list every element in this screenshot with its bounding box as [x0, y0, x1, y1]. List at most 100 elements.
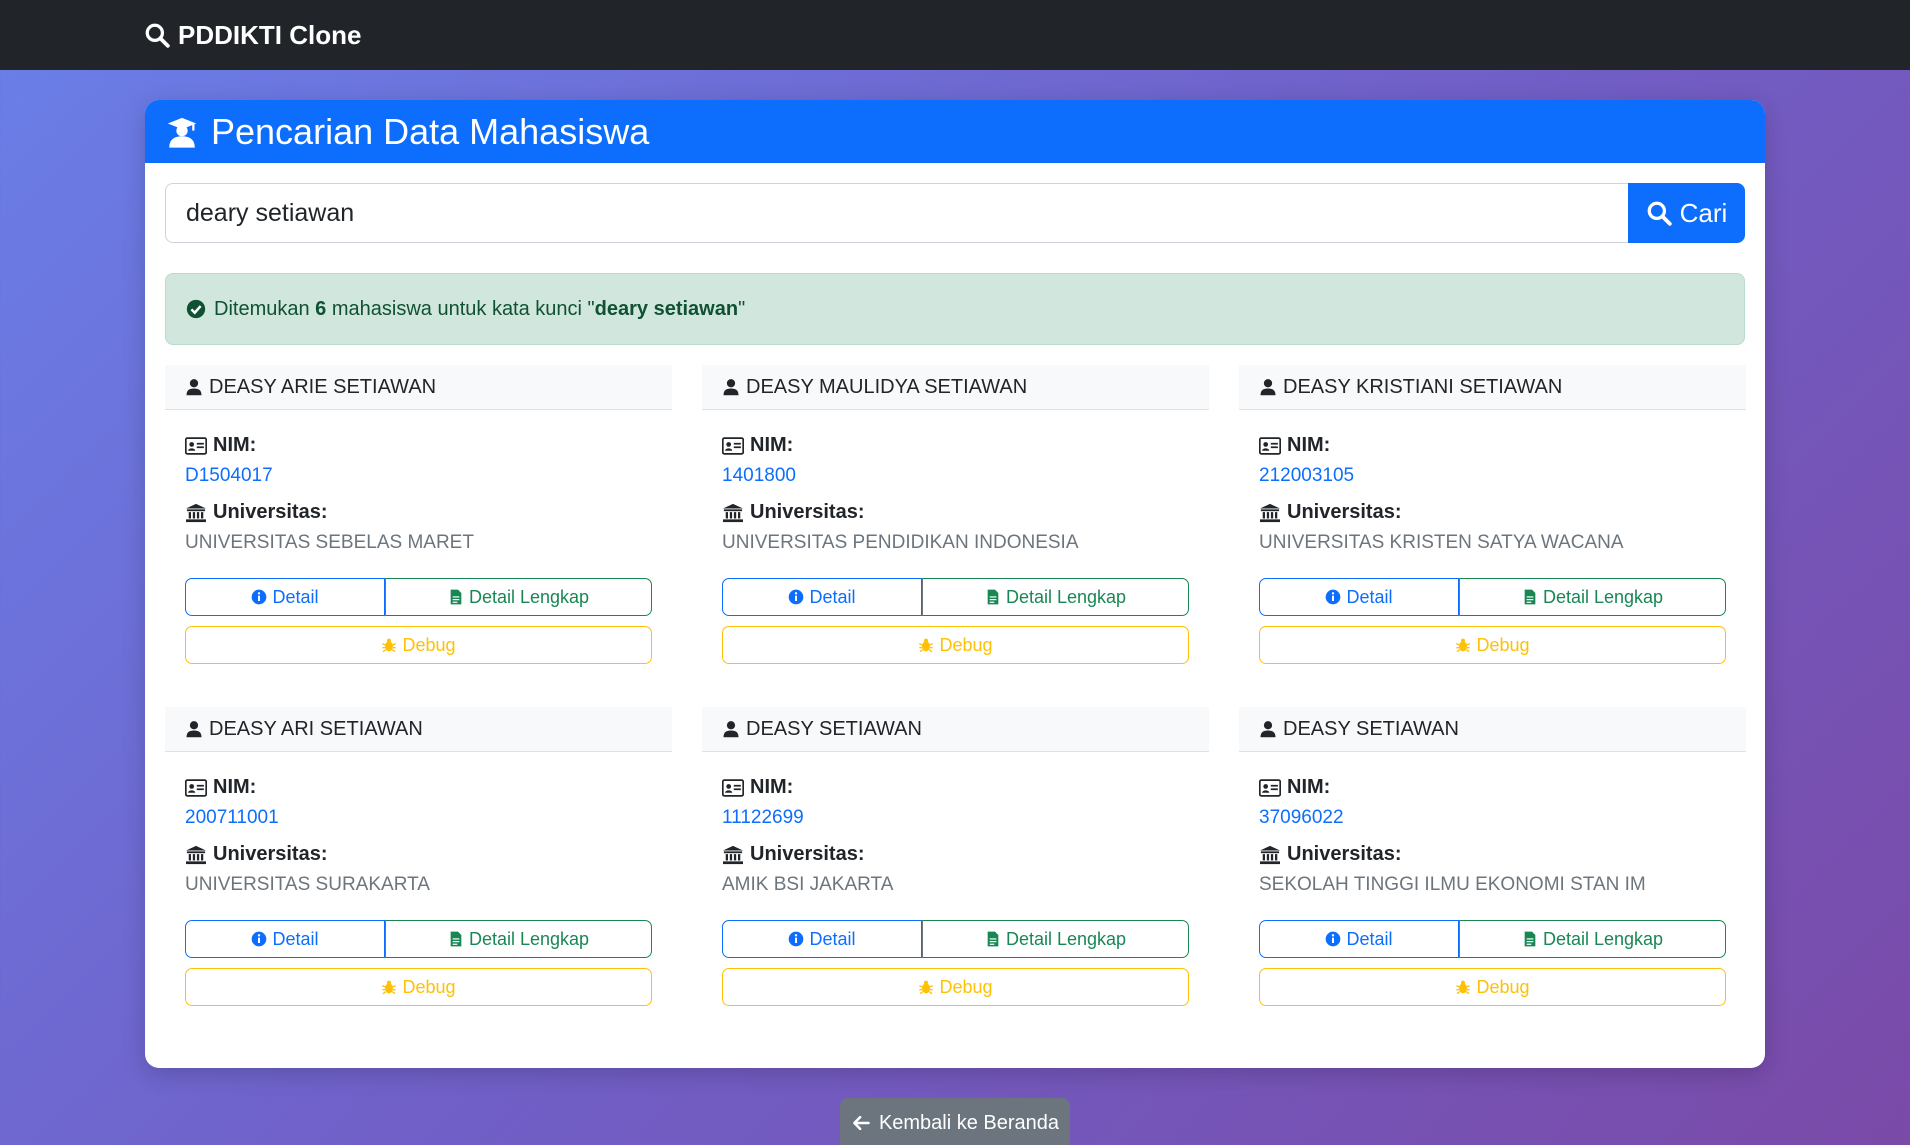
results-grid: DEASY ARIE SETIAWAN NIM: D1504017 Univer… [165, 365, 1746, 1009]
alert-prefix: Ditemukan [214, 297, 310, 320]
nim-value: D1504017 [185, 465, 273, 486]
debug-button[interactable]: Debug [185, 968, 652, 1006]
brand-text: PDDIKTI Clone [178, 19, 362, 50]
student-card-header: DEASY SETIAWAN [702, 707, 1209, 752]
detail-button-label: Detail [272, 928, 319, 949]
action-button-group: Detail Detail Lengkap [1259, 578, 1726, 616]
university-icon [1260, 845, 1280, 864]
debug-button[interactable]: Debug [1259, 968, 1726, 1006]
id-card-icon [1259, 436, 1281, 455]
search-icon [145, 23, 170, 48]
file-icon [987, 931, 999, 947]
action-button-group: Detail Detail Lengkap [722, 920, 1189, 958]
alert-suffix: " [738, 297, 746, 320]
student-card-header: DEASY ARIE SETIAWAN [165, 365, 672, 410]
detail-button[interactable]: Detail [1259, 920, 1459, 958]
university-label-text: Universitas: [750, 843, 865, 865]
nim-label: NIM: [185, 434, 652, 457]
detail-lengkap-button[interactable]: Detail Lengkap [385, 920, 652, 958]
nim-label: NIM: [1259, 434, 1726, 457]
student-card-header: DEASY SETIAWAN [1239, 707, 1746, 752]
search-card: Pencarian Data Mahasiswa Cari Ditemukan … [145, 100, 1765, 1068]
student-card-body: NIM: 1401800 Universitas: UNIVERSITAS PE… [702, 434, 1209, 664]
student-card-body: NIM: 200711001 Universitas: UNIVERSITAS … [165, 776, 672, 1006]
debug-button-label: Debug [939, 976, 993, 997]
nim-label-text: NIM: [213, 434, 257, 456]
id-card-icon [722, 778, 744, 797]
info-circle-icon [1326, 589, 1341, 605]
university-label-text: Universitas: [213, 501, 328, 523]
action-button-group: Detail Detail Lengkap [1259, 920, 1726, 958]
university-label-text: Universitas: [1287, 501, 1402, 523]
debug-button-label: Debug [1476, 634, 1530, 655]
debug-button-label: Debug [939, 634, 993, 655]
info-circle-icon [252, 589, 267, 605]
nim-label: NIM: [185, 776, 652, 799]
info-circle-icon [789, 931, 804, 947]
student-name: DEASY SETIAWAN [1283, 717, 1459, 740]
detail-button-label: Detail [272, 586, 319, 607]
alert-middle: mahasiswa untuk kata kunci " [331, 297, 595, 320]
back-to-home-button[interactable]: Kembali ke Beranda [840, 1098, 1070, 1145]
university-label-text: Universitas: [750, 501, 865, 523]
debug-button-label: Debug [1476, 976, 1530, 997]
id-card-icon [722, 436, 744, 455]
user-icon [186, 379, 202, 396]
debug-button-label: Debug [402, 634, 456, 655]
debug-button[interactable]: Debug [722, 968, 1189, 1006]
student-card: DEASY ARIE SETIAWAN NIM: D1504017 Univer… [165, 365, 672, 667]
user-icon [723, 379, 739, 396]
bug-icon [1456, 980, 1471, 995]
detail-lengkap-button[interactable]: Detail Lengkap [1459, 920, 1726, 958]
file-icon [450, 931, 462, 947]
university-icon [1260, 503, 1280, 522]
id-card-icon [1259, 778, 1281, 797]
university-icon [723, 845, 743, 864]
detail-button-label: Detail [1346, 928, 1393, 949]
university-label: Universitas: [185, 843, 652, 866]
detail-button[interactable]: Detail [1259, 578, 1459, 616]
student-name: DEASY ARI SETIAWAN [209, 717, 423, 740]
detail-button[interactable]: Detail [722, 578, 922, 616]
id-card-icon [185, 778, 207, 797]
university-value: UNIVERSITAS KRISTEN SATYA WACANA [1259, 532, 1624, 553]
university-value: UNIVERSITAS PENDIDIKAN INDONESIA [722, 532, 1079, 553]
nim-label-text: NIM: [1287, 776, 1331, 798]
university-label-text: Universitas: [1287, 843, 1402, 865]
detail-lengkap-button[interactable]: Detail Lengkap [385, 578, 652, 616]
university-label: Universitas: [722, 501, 1189, 524]
student-card: DEASY SETIAWAN NIM: 11122699 Universitas… [702, 707, 1209, 1009]
detail-button[interactable]: Detail [185, 920, 385, 958]
file-icon [450, 589, 462, 605]
search-button[interactable]: Cari [1628, 183, 1745, 243]
action-button-group: Detail Detail Lengkap [185, 578, 652, 616]
student-card-body: NIM: 212003105 Universitas: UNIVERSITAS … [1239, 434, 1746, 664]
detail-lengkap-button[interactable]: Detail Lengkap [922, 578, 1189, 616]
detail-button-label: Detail [809, 586, 856, 607]
student-card-body: NIM: 11122699 Universitas: AMIK BSI JAKA… [702, 776, 1209, 1006]
card-header: Pencarian Data Mahasiswa [145, 100, 1765, 163]
debug-button[interactable]: Debug [1259, 626, 1726, 664]
debug-button[interactable]: Debug [722, 626, 1189, 664]
nim-label: NIM: [722, 434, 1189, 457]
detail-button[interactable]: Detail [185, 578, 385, 616]
user-icon [723, 721, 739, 738]
detail-button[interactable]: Detail [722, 920, 922, 958]
bug-icon [1456, 638, 1471, 653]
nim-value: 200711001 [185, 807, 279, 828]
info-circle-icon [252, 931, 267, 947]
detail-button-label: Detail [1346, 586, 1393, 607]
detail-lengkap-button[interactable]: Detail Lengkap [922, 920, 1189, 958]
detail-lengkap-button[interactable]: Detail Lengkap [1459, 578, 1726, 616]
nim-value: 37096022 [1259, 807, 1344, 828]
nim-value: 11122699 [722, 807, 804, 828]
search-input[interactable] [165, 183, 1628, 243]
user-icon [1260, 379, 1276, 396]
brand-link[interactable]: PDDIKTI Clone [144, 0, 361, 70]
university-value: AMIK BSI JAKARTA [722, 874, 894, 895]
university-value: SEKOLAH TINGGI ILMU EKONOMI STAN IM [1259, 874, 1646, 895]
action-button-group: Detail Detail Lengkap [185, 920, 652, 958]
debug-button[interactable]: Debug [185, 626, 652, 664]
detail-lengkap-button-label: Detail Lengkap [468, 928, 590, 949]
user-icon [1260, 721, 1276, 738]
